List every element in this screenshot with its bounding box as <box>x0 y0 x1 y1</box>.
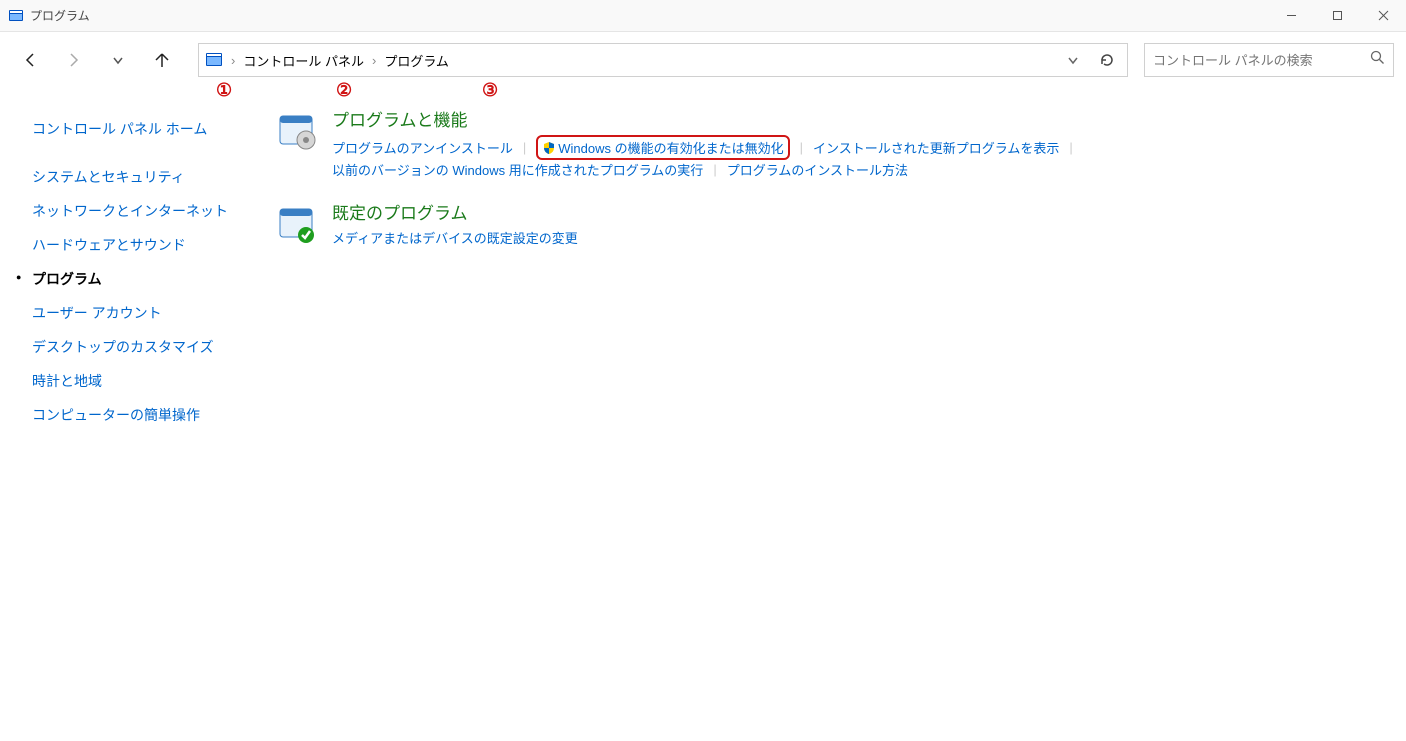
sidebar-item-network[interactable]: ネットワークとインターネット <box>32 194 232 228</box>
category-links-row: 以前のバージョンの Windows 用に作成されたプログラムの実行 | プログラ… <box>332 160 1406 179</box>
default-programs-icon <box>276 203 318 245</box>
sidebar-item-accessibility[interactable]: コンピューターの簡単操作 <box>32 398 232 432</box>
sidebar-item-users[interactable]: ユーザー アカウント <box>32 296 232 330</box>
back-button[interactable] <box>18 48 42 72</box>
annotation-3: ③ <box>482 80 498 101</box>
sidebar-item-home[interactable]: コントロール パネル ホーム <box>32 112 232 146</box>
sidebar-item-programs[interactable]: プログラム <box>32 262 232 296</box>
window-title: プログラム <box>30 7 1268 24</box>
search-box[interactable] <box>1144 43 1394 77</box>
annotation-2: ② <box>336 80 352 101</box>
minimize-button[interactable] <box>1268 0 1314 32</box>
sidebar-item-desktop[interactable]: デスクトップのカスタマイズ <box>32 330 232 364</box>
toolbar: › コントロール パネル › プログラム <box>0 32 1406 88</box>
main-panel: ① ② ③ プログラムと機能 プログラムのアンインストール | Windows … <box>240 88 1406 741</box>
titlebar: プログラム <box>0 0 1406 32</box>
category-title[interactable]: プログラムと機能 <box>332 106 1406 131</box>
link-uninstall[interactable]: プログラムのアンインストール <box>332 138 513 157</box>
app-icon <box>8 8 24 24</box>
link-windows-features[interactable]: Windows の機能の有効化または無効化 <box>558 138 783 157</box>
sidebar-item-hardware[interactable]: ハードウェアとサウンド <box>32 228 232 262</box>
forward-button[interactable] <box>62 48 86 72</box>
sidebar-item-system[interactable]: システムとセキュリティ <box>32 160 232 194</box>
maximize-button[interactable] <box>1314 0 1360 32</box>
breadcrumb-sep: › <box>231 53 235 68</box>
link-installed-updates[interactable]: インストールされた更新プログラムを表示 <box>813 138 1059 157</box>
breadcrumb-sep: › <box>372 53 376 68</box>
annotation-1: ① <box>216 80 232 101</box>
up-button[interactable] <box>150 48 174 72</box>
control-panel-icon <box>205 51 223 69</box>
window-controls <box>1268 0 1406 32</box>
recent-dropdown[interactable] <box>106 48 130 72</box>
refresh-button[interactable] <box>1093 46 1121 74</box>
sidebar-item-clock[interactable]: 時計と地域 <box>32 364 232 398</box>
address-bar[interactable]: › コントロール パネル › プログラム <box>198 43 1128 77</box>
breadcrumb-item[interactable]: プログラム <box>384 51 449 70</box>
breadcrumb-item[interactable]: コントロール パネル <box>243 51 364 70</box>
category-programs-features: プログラムと機能 プログラムのアンインストール | Windows の機能の有効… <box>276 106 1406 179</box>
category-title[interactable]: 既定のプログラム <box>332 199 1406 224</box>
link-install-method[interactable]: プログラムのインストール方法 <box>727 160 908 179</box>
address-dropdown[interactable] <box>1059 46 1087 74</box>
link-media-defaults[interactable]: メディアまたはデバイスの既定設定の変更 <box>332 228 578 247</box>
close-button[interactable] <box>1360 0 1406 32</box>
uac-shield-icon <box>542 141 556 155</box>
link-compat-old-windows[interactable]: 以前のバージョンの Windows 用に作成されたプログラムの実行 <box>332 160 703 179</box>
content: コントロール パネル ホーム システムとセキュリティ ネットワークとインターネッ… <box>0 88 1406 741</box>
category-links-row: プログラムのアンインストール | Windows の機能の有効化または無効化 |… <box>332 135 1406 160</box>
search-input[interactable] <box>1153 53 1370 68</box>
category-links-row: メディアまたはデバイスの既定設定の変更 <box>332 228 1406 247</box>
highlighted-link-box: Windows の機能の有効化または無効化 <box>536 135 789 160</box>
search-icon[interactable] <box>1370 50 1385 70</box>
category-default-programs: 既定のプログラム メディアまたはデバイスの既定設定の変更 <box>276 199 1406 247</box>
programs-icon <box>276 110 318 152</box>
sidebar: コントロール パネル ホーム システムとセキュリティ ネットワークとインターネッ… <box>0 88 240 741</box>
